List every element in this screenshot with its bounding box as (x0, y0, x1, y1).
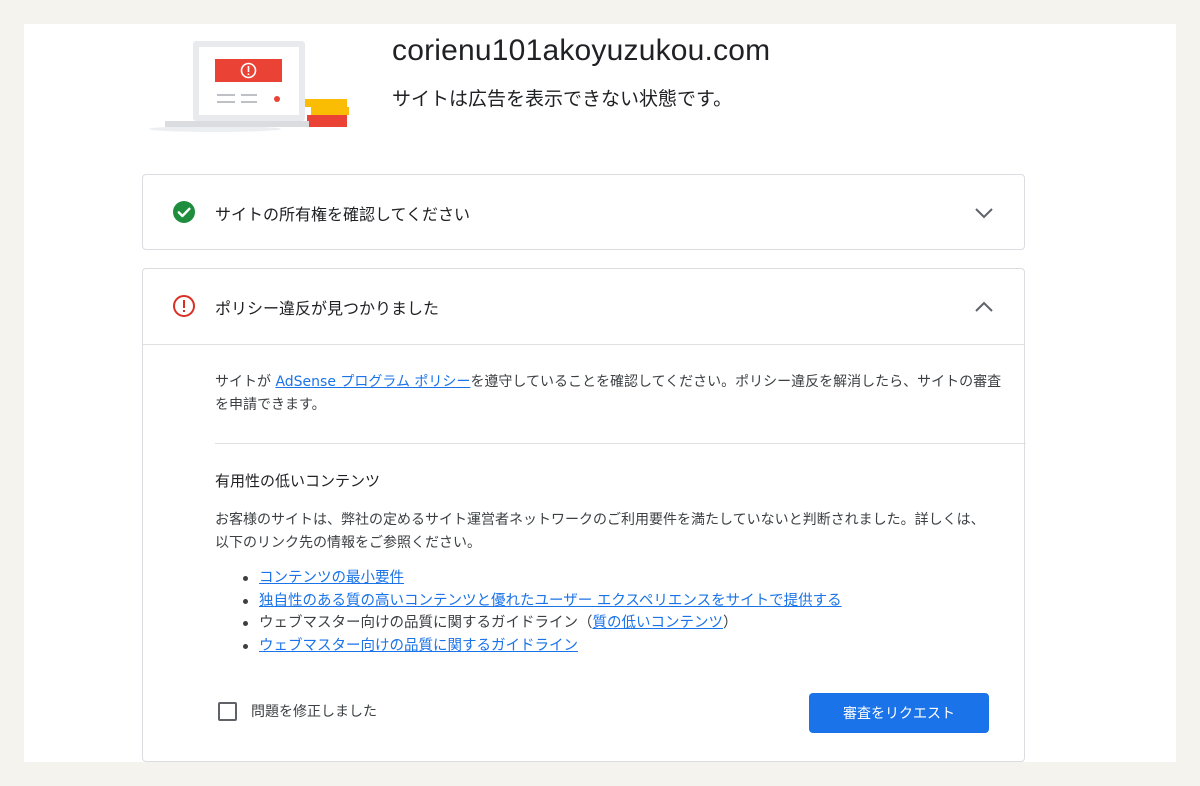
section-divider (215, 443, 1026, 444)
site-status-subtitle: サイトは広告を表示できない状態です。 (392, 88, 733, 110)
list-item: コンテンツの最小要件 (241, 567, 961, 590)
violation-section-title: 有用性の低いコンテンツ (215, 472, 381, 490)
policy-violation-header[interactable]: ポリシー違反が見つかりました (143, 269, 1024, 345)
guideline-prefix-text: ウェブマスター向けの品質に関するガイドライン（ (259, 615, 593, 631)
check-circle-icon (173, 201, 195, 223)
policy-intro-text: サイトが AdSense プログラム ポリシーを遵守していることを確認してくださ… (215, 371, 1005, 417)
list-item: ウェブマスター向けの品質に関するガイドライン（質の低いコンテンツ） (241, 612, 961, 635)
fixed-issue-checkbox-row[interactable]: 問題を修正しました (218, 701, 377, 721)
minimum-content-requirements-link[interactable]: コンテンツの最小要件 (259, 570, 404, 586)
webmaster-quality-guidelines-link[interactable]: ウェブマスター向けの品質に関するガイドライン (259, 638, 578, 654)
page-container: corienu101akoyuzukou.com サイトは広告を表示できない状態… (24, 24, 1176, 762)
policy-violation-card: ポリシー違反が見つかりました サイトが AdSense プログラム ポリシーを遵… (142, 268, 1026, 762)
fixed-issue-label: 問題を修正しました (251, 704, 377, 720)
list-item: 独自性のある質の高いコンテンツと優れたユーザー エクスペリエンスをサイトで提供す… (241, 590, 961, 613)
unique-quality-content-link[interactable]: 独自性のある質の高いコンテンツと優れたユーザー エクスペリエンスをサイトで提供す… (259, 593, 842, 609)
intro-before-text: サイトが (215, 374, 276, 390)
fixed-issue-checkbox[interactable] (218, 701, 237, 721)
list-item: ウェブマスター向けの品質に関するガイドライン (241, 635, 961, 658)
guideline-suffix-text: ） (723, 615, 738, 631)
adsense-policy-link[interactable]: AdSense プログラム ポリシー (275, 374, 470, 390)
chevron-up-icon[interactable] (974, 297, 994, 317)
resource-links-list: コンテンツの最小要件 独自性のある質の高いコンテンツと優れたユーザー エクスペリ… (241, 567, 961, 657)
error-circle-icon (173, 295, 195, 317)
verify-ownership-card: サイトの所有権を確認してください (142, 174, 1025, 250)
chevron-down-icon[interactable] (974, 203, 994, 223)
violation-description: お客様のサイトは、弊社の定めるサイト運営者ネットワークのご利用要件を満たしていな… (215, 512, 985, 551)
verify-ownership-title: サイトの所有権を確認してください (215, 205, 471, 224)
site-domain-title: corienu101akoyuzukou.com (392, 34, 771, 67)
request-review-button[interactable]: 審査をリクエスト (809, 693, 989, 733)
verify-ownership-header[interactable]: サイトの所有権を確認してください (143, 175, 1024, 250)
policy-violation-title: ポリシー違反が見つかりました (215, 299, 440, 318)
low-quality-content-link[interactable]: 質の低いコンテンツ (593, 615, 724, 631)
site-warning-illustration-icon (149, 41, 349, 132)
